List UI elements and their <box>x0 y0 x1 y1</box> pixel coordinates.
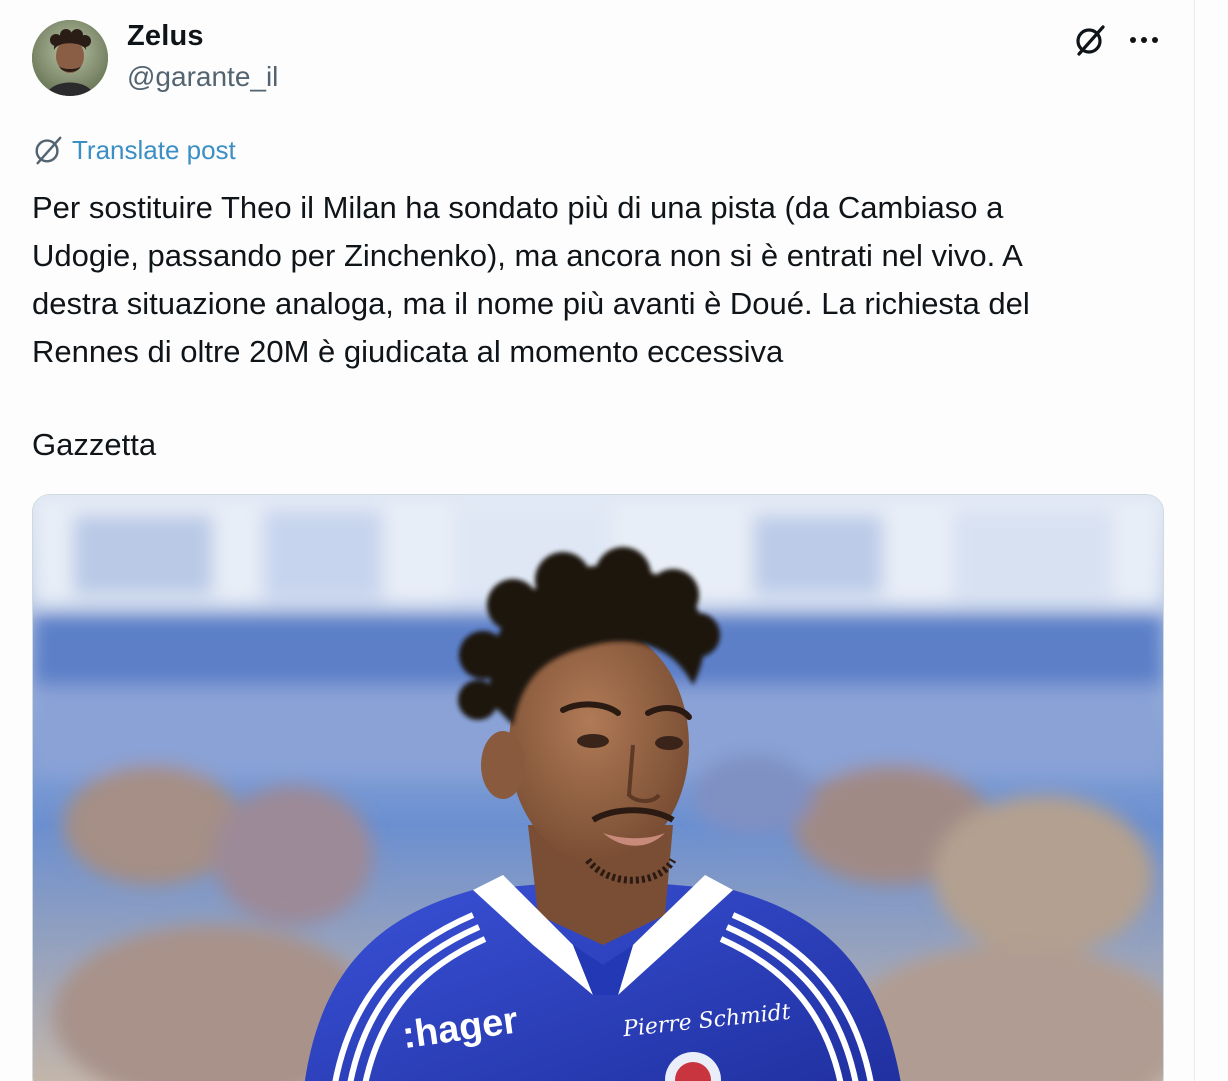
avatar[interactable] <box>32 20 108 96</box>
avatar-image <box>32 20 108 96</box>
column-divider <box>1194 0 1195 1081</box>
grok-icon <box>1076 25 1105 56</box>
post-text-line: Rennes di oltre 20M è giudicata al momen… <box>32 334 784 369</box>
translate-label[interactable]: Translate post <box>72 135 236 166</box>
player-photo: :hager Pierre Schmidt <box>33 495 1163 1081</box>
post-text-line: destra situazione analoga, ma il nome pi… <box>32 286 1030 321</box>
post-text-line: Udogie, passando per Zinchenko), ma anco… <box>32 238 1023 273</box>
grok-button[interactable] <box>1070 20 1110 60</box>
post-media-image[interactable]: :hager Pierre Schmidt <box>32 494 1164 1081</box>
post-text: Per sostituire Theo il Milan ha sondato … <box>32 184 1172 376</box>
translate-post-link[interactable]: Translate post <box>32 132 236 168</box>
more-dots-icon <box>1130 37 1158 43</box>
user-handle[interactable]: @garante_il <box>127 61 278 93</box>
post-text-line: Per sostituire Theo il Milan ha sondato … <box>32 190 1004 225</box>
post-source: Gazzetta <box>32 427 157 462</box>
display-name[interactable]: Zelus <box>127 20 204 53</box>
post-page: Zelus @garante_il Translate post Per sos… <box>0 0 1228 1081</box>
translate-icon <box>35 136 62 165</box>
more-options-button[interactable] <box>1124 20 1164 60</box>
